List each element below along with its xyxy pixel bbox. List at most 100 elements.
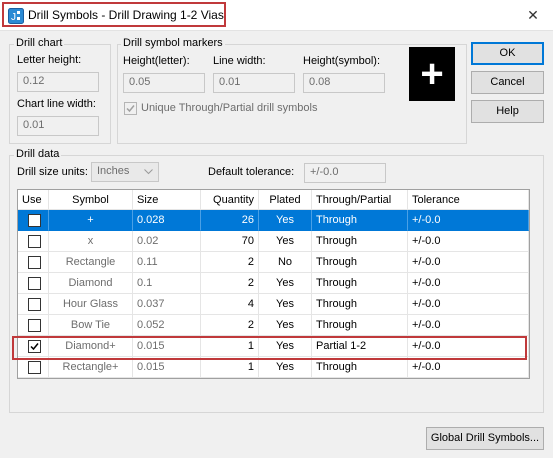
line-width-field[interactable]: 0.01 [213,73,295,93]
letter-height-field[interactable]: 0.12 [17,72,99,92]
row-highlight-box [12,336,527,360]
through-partial-cell: Through [312,231,408,252]
size-cell: 0.11 [133,252,201,273]
tolerance-cell: +/-0.0 [408,273,529,294]
help-button[interactable]: Help [471,100,544,123]
through-partial-cell: Through [312,210,408,231]
quantity-cell: 2 [201,273,259,294]
use-cell [18,315,49,336]
table-row[interactable]: +0.028 26 Yes Through +/-0.0 [18,210,529,231]
use-checkbox[interactable] [28,214,41,227]
plated-cell: No [259,252,312,273]
letter-height-label: Letter height: [17,54,82,66]
use-cell [18,252,49,273]
use-checkbox[interactable] [28,361,41,374]
height-symbol-label: Height(symbol): [303,55,381,67]
default-tolerance-label: Default tolerance: [208,166,295,178]
default-tolerance-field[interactable]: +/-0.0 [304,163,386,183]
use-checkbox[interactable] [28,235,41,248]
quantity-cell: 2 [201,315,259,336]
symbol-cell: x [49,231,133,252]
symbol-cell: Hour Glass [49,294,133,315]
tolerance-cell: +/-0.0 [408,357,529,378]
tolerance-cell: +/-0.0 [408,210,529,231]
column-header-through-partial[interactable]: Through/Partial [312,190,408,210]
column-header-size[interactable]: Size [133,190,201,210]
through-partial-cell: Through [312,315,408,336]
drill-size-units-value: Inches [97,165,130,177]
cancel-button[interactable]: Cancel [471,71,544,94]
table-row[interactable]: Hour Glass 0.037 4 Yes Through +/-0.0 [18,294,529,315]
height-letter-label: Height(letter): [123,55,190,67]
plus-symbol-icon: + [420,52,444,96]
drill-size-units-label: Drill size units: [17,166,88,178]
plated-cell: Yes [259,273,312,294]
tolerance-cell: +/-0.0 [408,252,529,273]
through-partial-cell: Through [312,294,408,315]
size-cell: 0.015 [133,357,201,378]
use-checkbox[interactable] [28,298,41,311]
chart-line-width-label: Chart line width: [17,98,96,110]
plated-cell: Yes [259,357,312,378]
symbol-cell: + [49,210,133,231]
use-checkbox[interactable] [28,277,41,290]
global-drill-symbols-button[interactable]: Global Drill Symbols... [426,427,544,450]
quantity-cell: 4 [201,294,259,315]
quantity-cell: 1 [201,357,259,378]
symbol-cell: Rectangle+ [49,357,133,378]
use-cell [18,231,49,252]
use-cell [18,294,49,315]
use-cell [18,357,49,378]
through-partial-cell: Through [312,357,408,378]
column-header-symbol[interactable]: Symbol [49,190,133,210]
symbol-cell: Rectangle [49,252,133,273]
symbol-preview: + [409,47,455,101]
chevron-down-icon [144,169,153,175]
quantity-cell: 2 [201,252,259,273]
chart-line-width-field[interactable]: 0.01 [17,116,99,136]
quantity-cell: 70 [201,231,259,252]
size-cell: 0.1 [133,273,201,294]
column-header-tolerance[interactable]: Tolerance [408,190,529,210]
use-cell [18,273,49,294]
symbol-cell: Bow Tie [49,315,133,336]
unique-symbols-label: Unique Through/Partial drill symbols [141,102,318,114]
table-row[interactable]: Rectangle 0.11 2 No Through +/-0.0 [18,252,529,273]
check-icon [126,105,135,113]
use-checkbox[interactable] [28,256,41,269]
plated-cell: Yes [259,294,312,315]
height-symbol-field[interactable]: 0.08 [303,73,385,93]
ok-button[interactable]: OK [471,42,544,65]
use-checkbox[interactable] [28,319,41,332]
quantity-cell: 26 [201,210,259,231]
tolerance-cell: +/-0.0 [408,231,529,252]
drill-size-units-select[interactable]: Inches [91,162,159,182]
through-partial-cell: Through [312,273,408,294]
plated-cell: Yes [259,210,312,231]
through-partial-cell: Through [312,252,408,273]
table-row[interactable]: x 0.02 70 Yes Through +/-0.0 [18,231,529,252]
size-cell: 0.052 [133,315,201,336]
tolerance-cell: +/-0.0 [408,294,529,315]
unique-symbols-checkbox[interactable] [124,102,137,115]
plated-cell: Yes [259,315,312,336]
tolerance-cell: +/-0.0 [408,315,529,336]
symbol-cell: Diamond [49,273,133,294]
table-row[interactable]: Bow Tie 0.052 2 Yes Through +/-0.0 [18,315,529,336]
column-header-quantity[interactable]: Quantity [201,190,259,210]
use-cell [18,210,49,231]
line-width-label: Line width: [213,55,266,67]
drill-chart-group-label: Drill chart [14,37,65,49]
column-header-use[interactable]: Use [18,190,49,210]
symbol-markers-group-label: Drill symbol markers [121,37,225,49]
column-header-plated[interactable]: Plated [259,190,312,210]
table-row[interactable]: Rectangle+ 0.015 1 Yes Through +/-0.0 [18,357,529,378]
height-letter-field[interactable]: 0.05 [123,73,205,93]
table-row[interactable]: Diamond 0.1 2 Yes Through +/-0.0 [18,273,529,294]
plated-cell: Yes [259,231,312,252]
size-cell: 0.037 [133,294,201,315]
close-button[interactable]: ✕ [516,2,550,28]
size-cell: 0.028 [133,210,201,231]
close-icon: ✕ [527,6,539,23]
size-cell: 0.02 [133,231,201,252]
